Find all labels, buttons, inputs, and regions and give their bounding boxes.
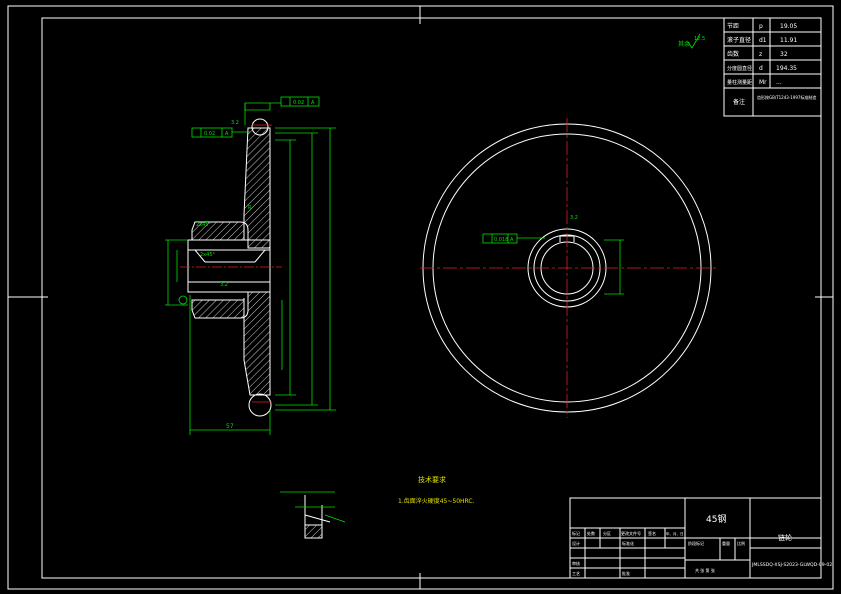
part-name: 链轮 — [778, 533, 792, 542]
param-name-2: 齿数 — [727, 50, 739, 58]
title-block: 45钢 链轮 JMLSSDQ-XSJ-S2023-GLWQD-09-02 标记 … — [569, 497, 832, 579]
tb-label-2: 分区 — [603, 530, 611, 536]
param-sym-4: Mr — [759, 79, 767, 86]
tech-title: 技术要求 — [418, 475, 446, 484]
param-val-2: 32 — [780, 51, 788, 58]
param-sym-1: d1 — [759, 37, 767, 44]
param-sym-3: d — [759, 65, 763, 72]
tech-requirements: 技术要求 1.齿面淬火硬度45~50HRC. — [398, 475, 475, 505]
param-note-text: 齿形按GB/T1243-1997标准制造 — [757, 94, 816, 100]
tb-label-13: 比例 — [737, 540, 745, 546]
tooth-detail — [280, 491, 346, 539]
param-name-1: 滚子直径 — [727, 36, 751, 44]
rough-bore: 3.2 — [220, 282, 228, 288]
chamfer-label-2: 2x45° — [196, 222, 212, 228]
tb-label-5: 年、月、日 — [666, 531, 684, 536]
param-sym-2: z — [759, 51, 762, 58]
tb-label-10: 批准 — [622, 570, 630, 576]
param-val-3: 194.35 — [776, 65, 797, 72]
tb-sheet: 共 张 第 张 — [695, 567, 715, 573]
tb-label-4: 签名 — [648, 530, 656, 536]
tb-label-1: 处数 — [587, 530, 595, 536]
tb-label-11: 阶段标记 — [688, 540, 704, 546]
tb-label-6: 设计 — [572, 540, 580, 546]
tb-label-0: 标记 — [572, 530, 580, 536]
section-view — [180, 118, 282, 417]
fillet-label: R — [248, 205, 252, 211]
tb-label-12: 重量 — [722, 540, 730, 546]
roughness-prefix: 其余 — [678, 40, 690, 48]
param-note-label: 备注 — [733, 98, 745, 106]
param-val-1: 11.91 — [780, 37, 797, 44]
tol-flat-datum: A — [225, 131, 229, 137]
rough-top: 3.2 — [231, 120, 239, 126]
tb-label-9: 工艺 — [572, 571, 580, 576]
param-val-0: 19.05 — [780, 23, 797, 30]
roughness-value: 12.5 — [694, 36, 705, 42]
drawing-no: JMLSSDQ-XSJ-S2023-GLWQD-09-02 — [751, 562, 832, 568]
tech-item-1: 1.齿面淬火硬度45~50HRC. — [398, 497, 475, 505]
param-name-0: 节距 — [727, 22, 739, 30]
keyway-rough: 3.2 — [570, 215, 578, 221]
tb-label-3: 更改文件号 — [621, 530, 641, 536]
material: 45钢 — [706, 513, 726, 525]
tol-runout-datum: A — [311, 100, 315, 106]
tol-runout: 0.02 — [293, 100, 304, 106]
tb-label-8: 审核 — [572, 560, 580, 566]
front-view — [420, 118, 718, 418]
tb-label-7: 标准化 — [622, 540, 634, 546]
param-val-4: ... — [776, 79, 782, 86]
keyway-tol: 0.018 — [494, 237, 508, 243]
drawing-frame — [41, 17, 822, 579]
param-sym-0: p — [759, 23, 763, 30]
keyway-datum: A — [510, 237, 514, 243]
params-table: 节距 p 19.05 滚子直径 d1 11.91 齿数 z 32 分度圆直径 d… — [723, 17, 822, 117]
roughness-note: 其余 12.5 — [678, 33, 705, 49]
param-name-3: 分度圆直径 — [727, 65, 752, 72]
param-name-4: 量柱测量距 — [727, 79, 752, 86]
drawing-canvas: 节距 p 19.05 滚子直径 d1 11.91 齿数 z 32 分度圆直径 d… — [7, 5, 834, 590]
chamfer-label: 2x45° — [200, 252, 216, 258]
tol-flat: 0.02 — [204, 131, 215, 137]
dim-57: 57 — [226, 423, 234, 430]
